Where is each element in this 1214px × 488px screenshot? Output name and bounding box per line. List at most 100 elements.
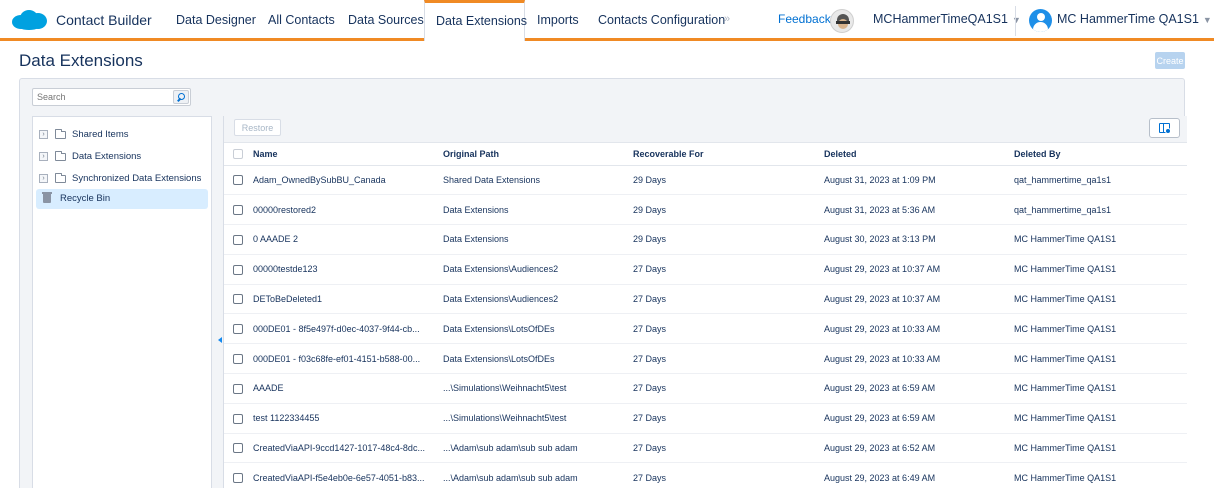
row-checkbox[interactable] xyxy=(233,413,243,424)
table-row[interactable]: DEToBeDeleted1 Data Extensions\Audiences2… xyxy=(224,284,1187,315)
trash-icon xyxy=(42,192,52,203)
select-all-checkbox[interactable] xyxy=(233,149,243,160)
cell-original-path: Data Extensions\Audiences2 xyxy=(438,284,628,315)
column-header-deleted[interactable]: Deleted xyxy=(819,143,1009,166)
column-header-original-path[interactable]: Original Path xyxy=(438,143,628,166)
table-row[interactable]: AAADE ...\Simulations\Weihnacht5\test 27 D… xyxy=(224,373,1187,404)
recycle-bin-content: Restore Name Original Path Recoverable F… xyxy=(223,116,1187,488)
table-row[interactable]: test 1122334455 ...\Simulations\Weihnacht… xyxy=(224,403,1187,434)
feedback-avatar[interactable] xyxy=(830,9,854,33)
row-select-cell xyxy=(224,254,248,285)
search-button[interactable] xyxy=(173,90,189,104)
cell-name: 00000testde123 xyxy=(248,254,438,285)
more-tabs-icon[interactable]: » xyxy=(724,13,730,25)
create-button[interactable]: Create xyxy=(1155,52,1185,69)
user-avatar-icon[interactable] xyxy=(1029,9,1052,32)
user-menu[interactable]: MC HammerTime QA1S1 ▼ xyxy=(1057,12,1212,26)
cell-deleted: August 29, 2023 at 6:59 AM xyxy=(819,373,1009,404)
cell-original-path: Data Extensions\LotsOfDEs xyxy=(438,313,628,345)
cell-original-path: ...\Adam\sub adam\sub sub adam xyxy=(438,433,628,464)
table-row[interactable]: Adam_OwnedBySubBU_Canada Shared Data Exte… xyxy=(224,165,1187,196)
cell-recoverable-for: 29 Days xyxy=(628,194,819,226)
select-all-cell xyxy=(224,143,248,166)
row-checkbox[interactable] xyxy=(233,473,243,484)
tab-data-sources[interactable]: Data Sources xyxy=(348,0,424,41)
row-select-cell xyxy=(224,224,248,255)
salesforce-cloud-logo[interactable] xyxy=(9,9,49,31)
cell-original-path: Shared Data Extensions xyxy=(438,165,628,196)
tree-item-shared-items[interactable]: › Shared Items xyxy=(33,125,207,145)
folder-tree: › Shared Items › Data Extensions › Synch… xyxy=(32,116,212,488)
expand-icon[interactable]: › xyxy=(39,174,48,183)
cell-name: 0 AAADE 2 xyxy=(248,224,438,255)
cell-original-path: Data Extensions\LotsOfDEs xyxy=(438,343,628,375)
table-row[interactable]: 00000testde123 Data Extensions\Audiences2… xyxy=(224,254,1187,285)
table-row[interactable]: 000DE01 - f03c68fe-ef01-4151-b588-00... D… xyxy=(224,343,1187,375)
cell-recoverable-for: 29 Days xyxy=(628,224,819,255)
row-checkbox[interactable] xyxy=(233,443,243,454)
app-title[interactable]: Contact Builder xyxy=(56,12,152,28)
row-checkbox[interactable] xyxy=(233,175,243,186)
table-row[interactable]: CreatedViaAPI-f5e4eb0e-6e57-4051-b83....… xyxy=(224,462,1187,488)
expand-icon[interactable]: › xyxy=(39,130,48,139)
row-checkbox[interactable] xyxy=(233,383,243,394)
chevron-down-icon: ▼ xyxy=(1202,15,1212,25)
cell-deleted-by: qat_hammertime_qa1s1 xyxy=(1009,165,1187,196)
tab-contacts-configuration[interactable]: Contacts Configuration xyxy=(598,0,725,41)
cell-deleted: August 29, 2023 at 6:52 AM xyxy=(819,433,1009,464)
table-row[interactable]: 0 AAADE 2 Data Extensions 29 Days August 30… xyxy=(224,224,1187,255)
cell-original-path: ...\Simulations\Weihnacht5\test xyxy=(438,403,628,434)
tab-data-designer[interactable]: Data Designer xyxy=(176,0,256,41)
cell-name: CreatedViaAPI-f5e4eb0e-6e57-4051-b83... xyxy=(248,462,438,488)
table-row[interactable]: 000DE01 - 8f5e497f-d0ec-4037-9f44-cb... D… xyxy=(224,313,1187,345)
grid-toolbar: Restore xyxy=(224,116,1187,143)
row-checkbox[interactable] xyxy=(233,234,243,245)
folder-icon xyxy=(55,129,66,139)
table-row[interactable]: 00000restored2 Data Extensions 29 Days Augu… xyxy=(224,194,1187,226)
cell-deleted: August 30, 2023 at 3:13 PM xyxy=(819,224,1009,255)
tree-item-data-extensions[interactable]: › Data Extensions xyxy=(33,147,207,167)
folder-icon xyxy=(55,173,66,183)
cell-recoverable-for: 29 Days xyxy=(628,165,819,196)
tree-item-synchronized-data-extensions[interactable]: › Synchronized Data Extensions xyxy=(33,169,207,189)
cell-original-path: Data Extensions xyxy=(438,224,628,255)
row-checkbox[interactable] xyxy=(233,353,243,364)
cell-deleted-by: MC HammerTime QA1S1 xyxy=(1009,462,1187,488)
cell-original-path: Data Extensions xyxy=(438,194,628,226)
column-header-deleted-by[interactable]: Deleted By xyxy=(1009,143,1187,166)
cell-name: CreatedViaAPI-9ccd1427-1017-48c4-8dc... xyxy=(248,433,438,464)
column-header-recoverable-for[interactable]: Recoverable For xyxy=(628,143,819,166)
tab-imports[interactable]: Imports xyxy=(537,0,579,41)
tree-item-recycle-bin[interactable]: Recycle Bin xyxy=(36,189,208,209)
tree-item-label: Recycle Bin xyxy=(60,193,111,204)
cell-deleted: August 31, 2023 at 5:36 AM xyxy=(819,194,1009,226)
feedback-link[interactable]: Feedback xyxy=(778,12,831,26)
business-unit-switcher[interactable]: MCHammerTimeQA1S1 ▼ xyxy=(873,12,1021,26)
cell-deleted: August 29, 2023 at 10:33 AM xyxy=(819,343,1009,375)
cell-recoverable-for: 27 Days xyxy=(628,284,819,315)
cell-recoverable-for: 27 Days xyxy=(628,462,819,488)
cell-original-path: Data Extensions\Audiences2 xyxy=(438,254,628,285)
table-row[interactable]: CreatedViaAPI-9ccd1427-1017-48c4-8dc....… xyxy=(224,433,1187,464)
cell-recoverable-for: 27 Days xyxy=(628,433,819,464)
collapse-sidebar-icon[interactable] xyxy=(218,337,222,343)
column-settings-button[interactable] xyxy=(1149,118,1180,138)
row-checkbox[interactable] xyxy=(233,205,243,215)
cell-name: 000DE01 - 8f5e497f-d0ec-4037-9f44-cb... xyxy=(248,313,438,345)
restore-button[interactable]: Restore xyxy=(234,119,281,136)
top-navigation: Contact Builder Data Designer All Contac… xyxy=(0,0,1214,41)
column-header-name[interactable]: Name xyxy=(248,143,438,166)
cell-deleted-by: MC HammerTime QA1S1 xyxy=(1009,403,1187,434)
tree-item-label: Data Extensions xyxy=(72,151,142,162)
row-checkbox[interactable] xyxy=(233,264,243,275)
folder-icon xyxy=(55,151,66,161)
cell-deleted-by: MC HammerTime QA1S1 xyxy=(1009,254,1187,285)
search-input[interactable] xyxy=(33,89,171,105)
table-header-row: Name Original Path Recoverable For Delet… xyxy=(224,143,1187,166)
row-checkbox[interactable] xyxy=(233,324,243,335)
tab-data-extensions[interactable]: Data Extensions xyxy=(424,0,527,41)
tab-all-contacts[interactable]: All Contacts xyxy=(268,0,335,41)
row-checkbox[interactable] xyxy=(233,294,243,305)
expand-icon[interactable]: › xyxy=(39,152,48,161)
chevron-down-icon: ▼ xyxy=(1011,15,1021,25)
